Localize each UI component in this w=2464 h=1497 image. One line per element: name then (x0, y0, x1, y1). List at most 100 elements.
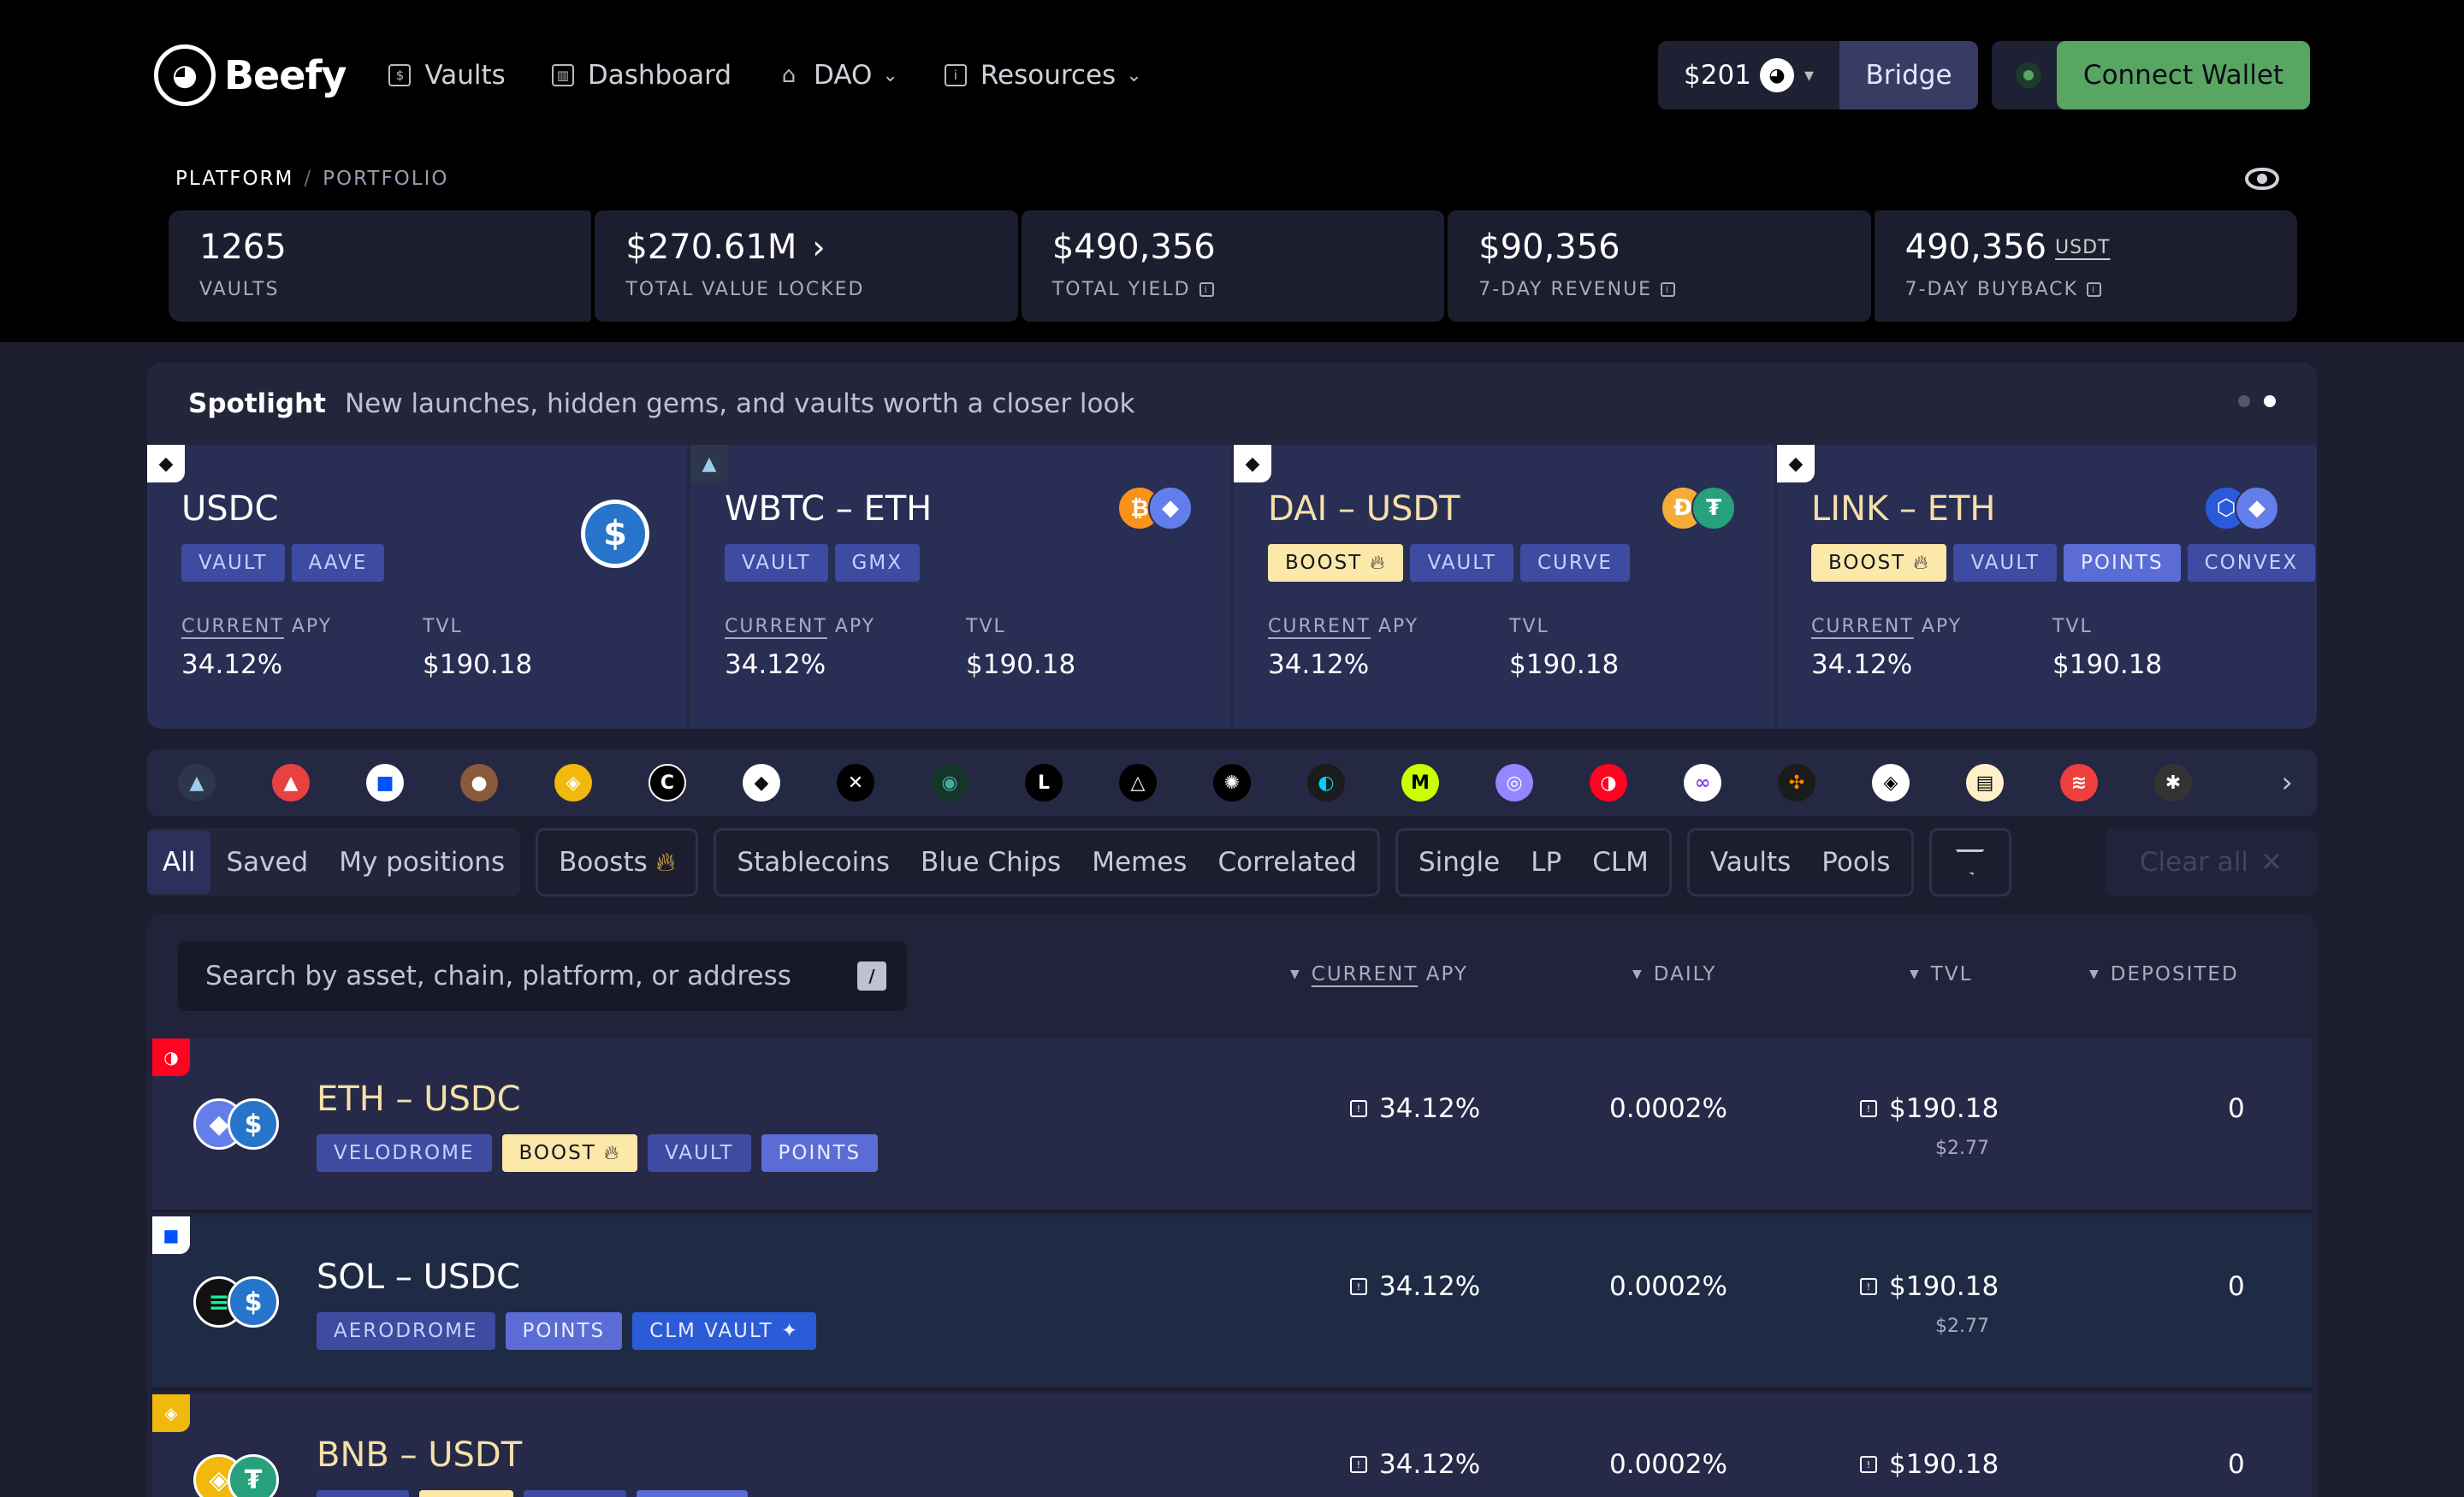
stat-tvl[interactable]: $270.61M › TOTAL VALUE LOCKED (595, 210, 1018, 322)
rootstock-chain-icon[interactable]: ✣ (1778, 764, 1815, 802)
keyboard-shortcut-icon: / (857, 962, 886, 991)
arbitrum-chain-icon: ▲ (690, 445, 728, 482)
filter-lp[interactable]: LP (1515, 831, 1577, 894)
sei-chain-icon[interactable]: ▤ (1966, 764, 2004, 802)
tag-placeholder (524, 1490, 626, 1497)
network-status-icon (2016, 62, 2041, 88)
info-icon[interactable]: ! (1350, 1456, 1367, 1473)
bifi-price[interactable]: $201 ◕ ▾ (1658, 41, 1839, 109)
vault-name: BNB – USDT (317, 1435, 523, 1475)
info-icon[interactable]: i (2087, 282, 2102, 297)
beefy-logo[interactable]: ◕ Beefy (154, 44, 346, 106)
usdc-token-icon: $ (228, 1276, 279, 1328)
filter-saved[interactable]: Saved (210, 831, 323, 894)
sonic-chain-icon[interactable]: ≋ (2060, 764, 2098, 802)
vault-row[interactable]: ◑ ◆ $ ETH – USDC VELODROME BOOST 🔥︎ VAULT… (152, 1038, 2312, 1213)
filter-stablecoins[interactable]: Stablecoins (721, 831, 905, 894)
info-icon[interactable]: i (1661, 282, 1676, 297)
sort-tvl[interactable]: ▼ TVL (1910, 963, 1972, 985)
breadcrumb-separator: / (304, 168, 313, 190)
eye-icon[interactable] (2245, 168, 2279, 190)
optimism-chain-icon[interactable]: ◑ (1590, 764, 1627, 802)
info-icon[interactable]: ! (1860, 1278, 1877, 1295)
vault-tags: BOOST 🔥︎ VAULT CURVE (1268, 544, 1774, 582)
carousel-dot-active[interactable] (2264, 395, 2276, 407)
tag-boost: BOOST 🔥︎ (501, 1134, 637, 1172)
filter-memes[interactable]: Memes (1076, 831, 1202, 894)
vault-row[interactable]: ◈ ◈ ₮ BNB – USDT ! 34.12% 0.0002% ! $190.18… (152, 1394, 2312, 1497)
tvl-value: $190.18 (1509, 649, 1620, 680)
mantle-chain-icon[interactable]: ◐ (1307, 764, 1345, 802)
stat-value: 490,356 USDT (1905, 228, 2297, 267)
carousel-dot[interactable] (2238, 395, 2250, 407)
chevron-right-icon[interactable]: › (2281, 766, 2293, 800)
manta-chain-icon[interactable]: ✺ (1213, 764, 1251, 802)
filter-correlated[interactable]: Correlated (1202, 831, 1371, 894)
filter-my-positions[interactable]: My positions (323, 831, 520, 894)
tag-vault: VAULT (1953, 544, 2057, 582)
token-pair-icons: ₿ ◆ (1117, 486, 1193, 530)
fraxtal-chain-icon[interactable]: ✕ (837, 764, 874, 802)
info-icon[interactable]: ! (1350, 1278, 1367, 1295)
bsc-chain-icon[interactable]: ◈ (554, 764, 592, 802)
info-icon[interactable]: ! (1860, 1100, 1877, 1117)
berachain-chain-icon[interactable]: ● (460, 764, 498, 802)
ethereum-chain-icon[interactable]: ◆ (743, 764, 780, 802)
celo-chain-icon[interactable]: C (649, 764, 686, 802)
clear-all-button[interactable]: Clear all ✕ (2105, 828, 2317, 896)
filter-clm[interactable]: CLM (1577, 831, 1664, 894)
base-chain-icon[interactable]: ■ (366, 764, 404, 802)
apy-value: ! 34.12% (1350, 1093, 1480, 1124)
info-icon[interactable]: ! (1350, 1100, 1367, 1117)
filter-pools[interactable]: Pools (1806, 831, 1905, 894)
tvl-text: $190.18 (1889, 1093, 1999, 1124)
filter-blue-chips[interactable]: Blue Chips (905, 831, 1076, 894)
spotlight-card[interactable]: ◆ USDC VAULT AAVE CURRENT APY 34.12% TVL $1… (147, 445, 687, 729)
spotlight-card[interactable]: ◆ LINK – ETH BOOST 🔥︎ VAULT POINTS CONVEX C… (1777, 445, 2317, 729)
spotlight-card[interactable]: ◆ DAI – USDT BOOST 🔥︎ VAULT CURVE CURRENT … (1234, 445, 1774, 729)
scroll-chain-icon[interactable]: ◈ (1872, 764, 1910, 802)
chevron-right-icon: › (812, 228, 826, 266)
metis-chain-icon[interactable]: M (1401, 764, 1439, 802)
spotlight-card[interactable]: ▲ WBTC – ETH VAULT GMX CURRENT APY 34.12% … (690, 445, 1230, 729)
arbitrum-chain-icon[interactable]: ▲ (178, 764, 216, 802)
avalanche-chain-icon[interactable]: ▲ (272, 764, 310, 802)
sort-current-apy[interactable]: ▼ CURRENT APY (1290, 963, 1468, 985)
linea-chain-icon[interactable]: L (1025, 764, 1063, 802)
nav-dashboard[interactable]: ▥ Dashboard (551, 50, 732, 101)
more-filters-button[interactable] (1928, 828, 2011, 896)
zksync-chain-icon[interactable]: ✱ (2154, 764, 2192, 802)
nav-vaults[interactable]: $ Vaults (388, 50, 506, 101)
filter-single[interactable]: Single (1403, 831, 1515, 894)
mode-chain-icon[interactable]: ◎ (1496, 764, 1533, 802)
filter-vaults[interactable]: Vaults (1695, 831, 1806, 894)
tvl-heading: TVL (423, 616, 463, 637)
breadcrumb-platform[interactable]: PLATFORM (175, 168, 293, 190)
lisk-chain-icon[interactable]: △ (1119, 764, 1157, 802)
bank-icon: ⌂ (781, 62, 797, 88)
spotlight-section: Spotlight New launches, hidden gems, and … (147, 363, 2317, 729)
breadcrumb-portfolio[interactable]: PORTFOLIO (323, 168, 448, 190)
vault-row[interactable]: ■ ≡ $ SOL – USDC AERODROME POINTS CLM VAU… (152, 1216, 2312, 1391)
search-input[interactable]: Search by asset, chain, platform, or add… (178, 941, 907, 1011)
gnosis-chain-icon[interactable]: ◉ (931, 764, 968, 802)
tag-placeholder (317, 1490, 409, 1497)
nav-resources[interactable]: i Resources ⌄ (944, 50, 1142, 101)
polygon-chain-icon[interactable]: ∞ (1684, 764, 1721, 802)
info-icon[interactable]: ! (1860, 1456, 1877, 1473)
connect-wallet-button[interactable]: Connect Wallet (2057, 41, 2310, 109)
filter-boosts[interactable]: Boosts 🔥︎ (543, 831, 690, 894)
tag-boost-label: BOOST (1828, 552, 1906, 574)
nav-dao[interactable]: ⌂ DAO ⌄ (778, 50, 898, 101)
vault-list-header: Search by asset, chain, platform, or add… (147, 914, 2317, 1038)
bridge-button[interactable]: Bridge (1839, 41, 1978, 109)
sort-deposited[interactable]: ▼ DEPOSITED (2089, 963, 2239, 985)
apy-value: ! 34.12% (1350, 1449, 1480, 1480)
filter-all[interactable]: All (147, 831, 211, 894)
token-pair-icons: ◆ $ (193, 1098, 279, 1150)
fire-icon: 🔥︎ (604, 1142, 620, 1164)
sort-daily[interactable]: ▼ DAILY (1632, 963, 1716, 985)
vault-metrics: CURRENT APY 34.12% TVL $190.18 (1268, 616, 1774, 680)
tag-vault: VAULT (1410, 544, 1513, 582)
info-icon[interactable]: i (1199, 282, 1214, 297)
